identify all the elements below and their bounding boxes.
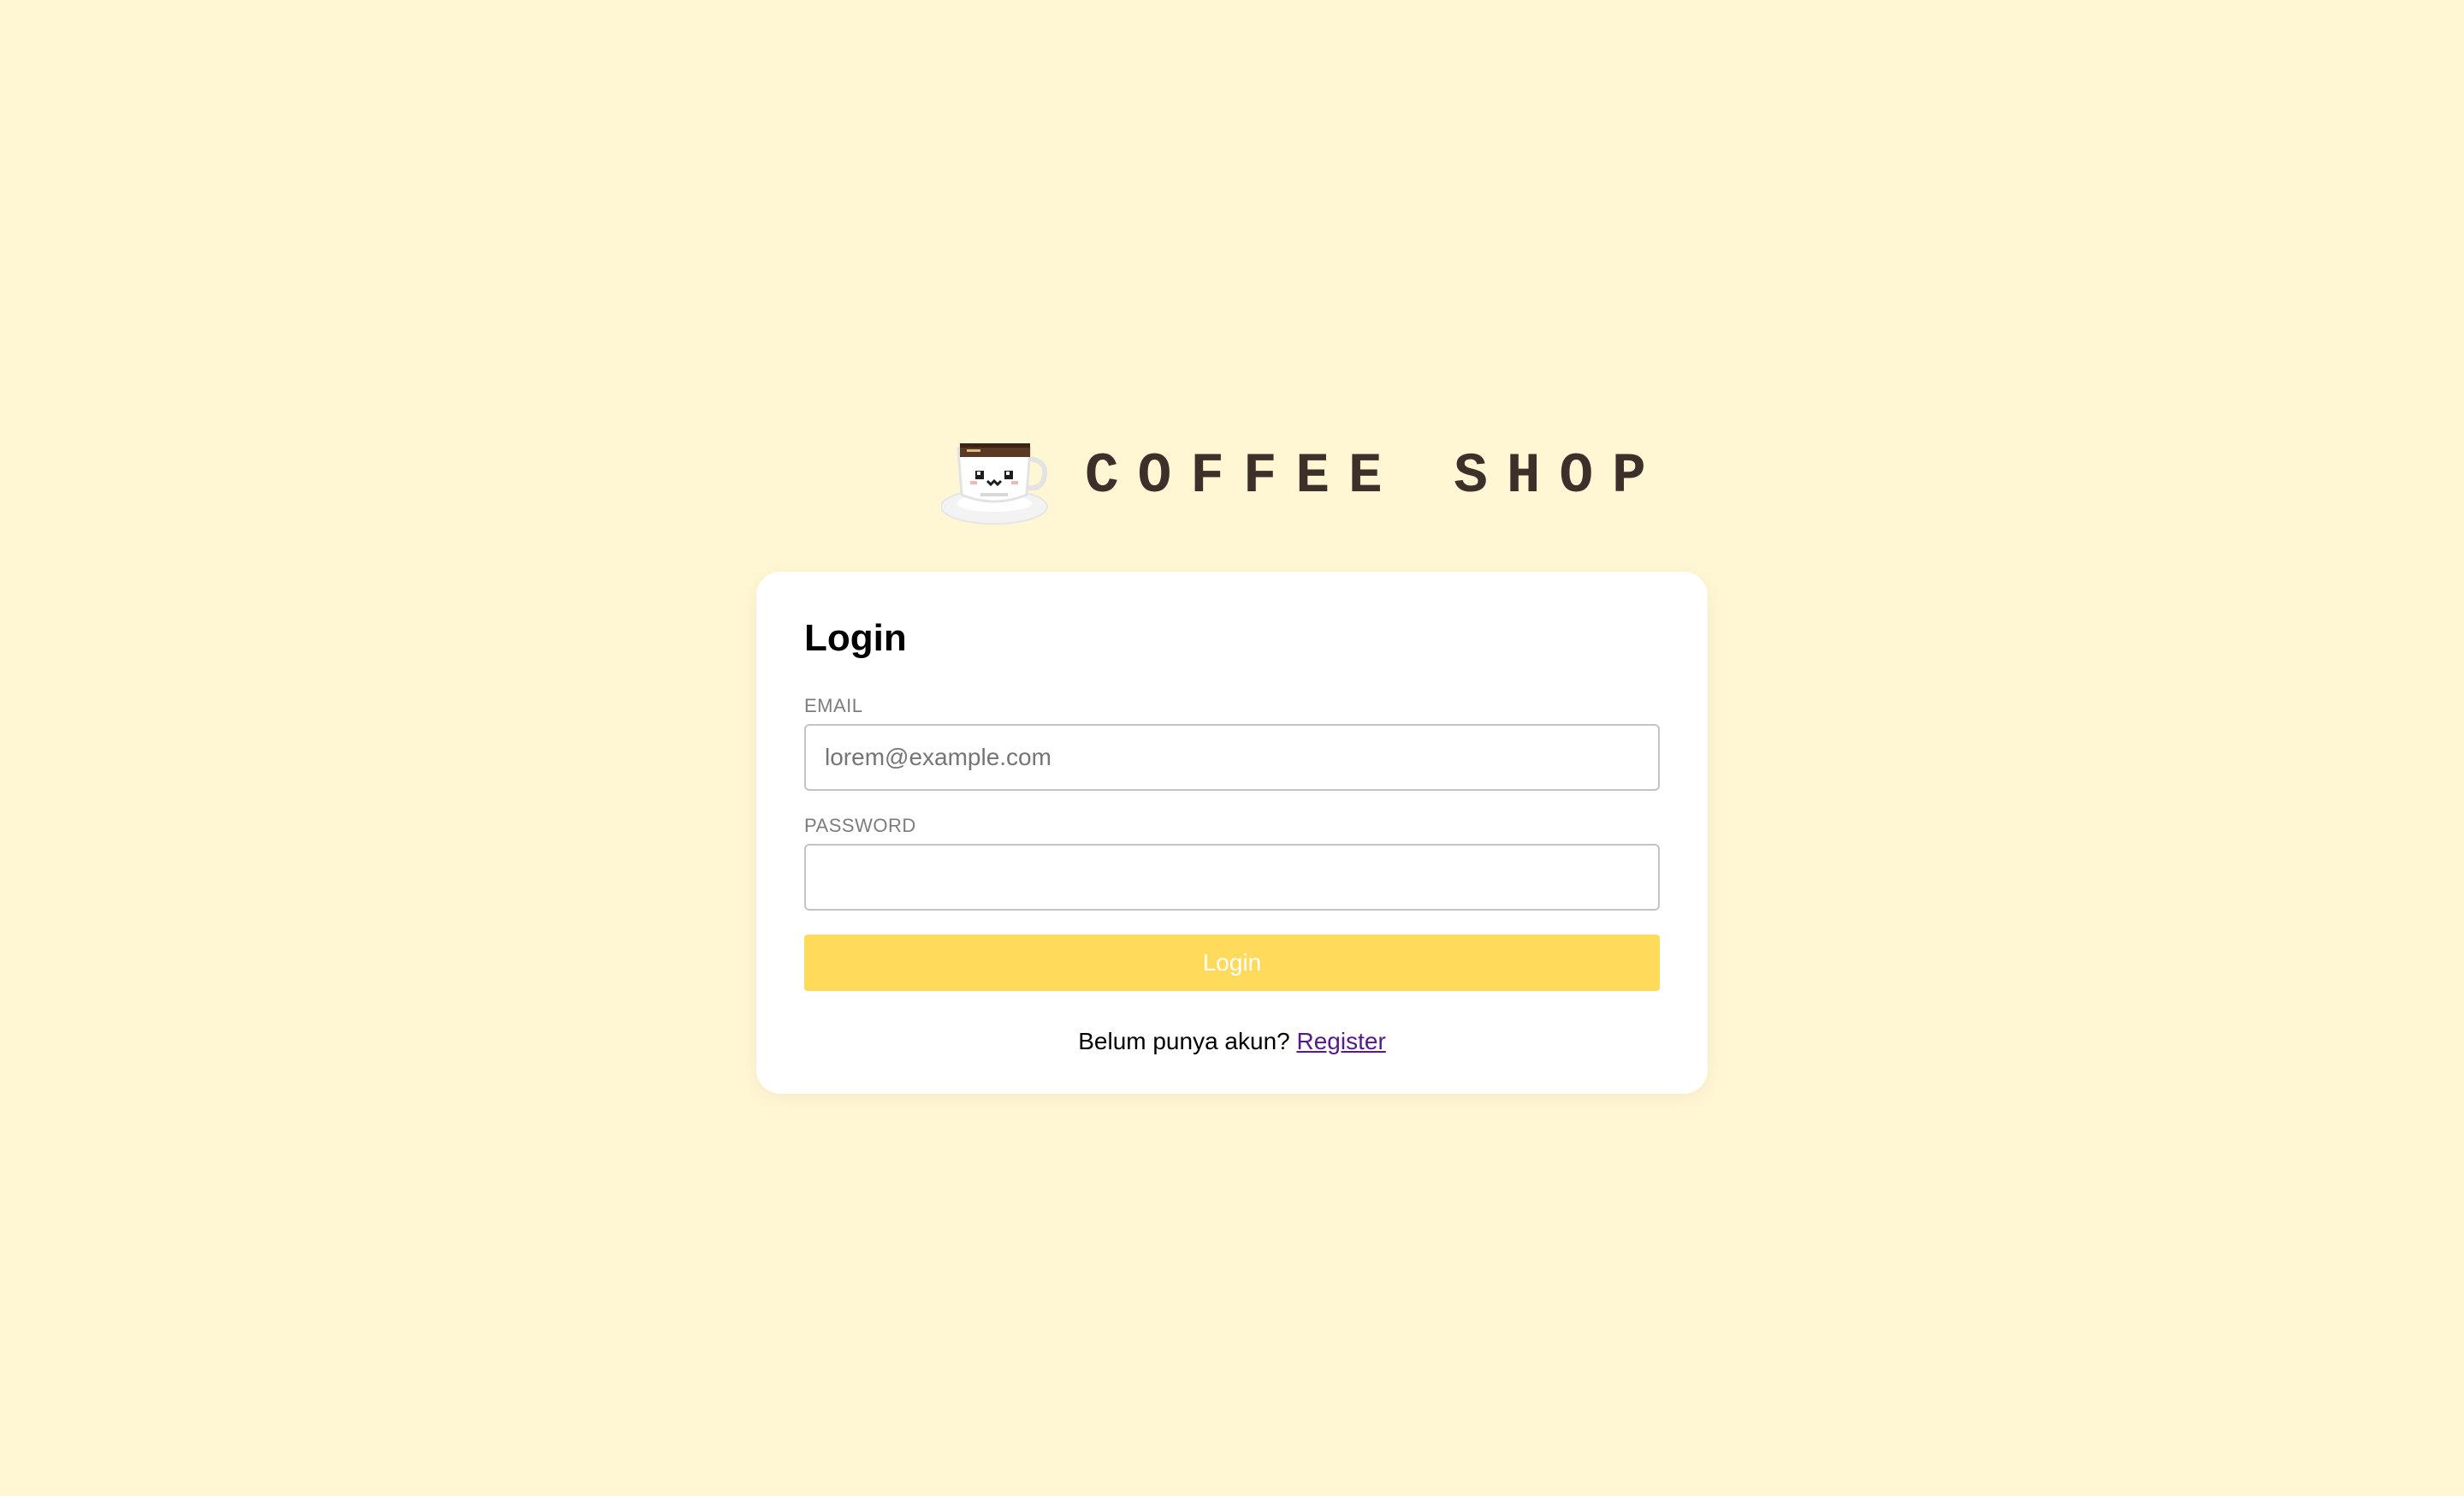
email-field[interactable] — [804, 724, 1660, 791]
coffee-cup-icon — [941, 443, 1048, 525]
login-card: Login EMAIL PASSWORD Login Belum punya a… — [756, 572, 1708, 1094]
login-button[interactable]: Login — [804, 935, 1660, 991]
brand-title: COFFEE SHOP — [1085, 444, 1665, 508]
password-label: PASSWORD — [804, 815, 916, 836]
password-field[interactable] — [804, 844, 1660, 911]
register-link[interactable]: Register — [1297, 1028, 1386, 1054]
register-prompt-text: Belum punya akun? — [1078, 1028, 1297, 1054]
register-prompt-line: Belum punya akun? Register — [756, 1027, 1708, 1056]
email-label: EMAIL — [804, 695, 863, 716]
brand-header: COFFEE SHOP — [941, 409, 1665, 537]
login-title: Login — [804, 617, 907, 659]
